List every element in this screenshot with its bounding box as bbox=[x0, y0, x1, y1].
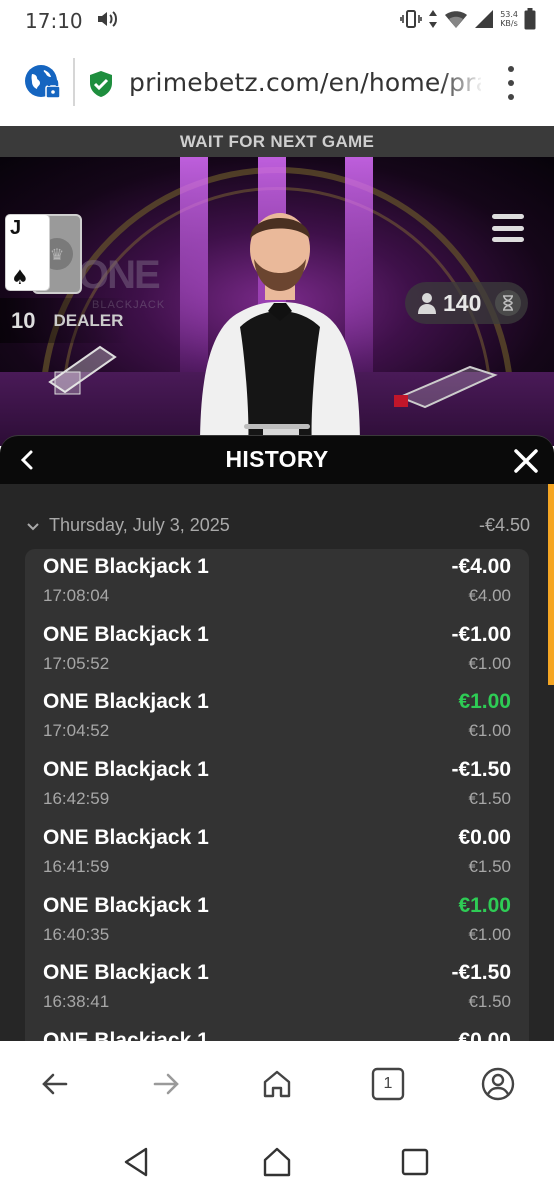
browser-menu-icon[interactable] bbox=[498, 66, 524, 100]
history-row[interactable]: ONE Blackjack 1 16:40:35 €1.00 €1.00 bbox=[25, 888, 529, 956]
round-stake: €1.00 bbox=[468, 924, 511, 944]
system-nav-bar bbox=[0, 1127, 554, 1200]
home-icon[interactable] bbox=[258, 1065, 296, 1103]
url-text[interactable]: primebetz.com/en/home/prag bbox=[129, 68, 481, 97]
round-time: 16:42:59 bbox=[43, 789, 110, 809]
date-group-header[interactable]: Thursday, July 3, 2025 -€4.50 bbox=[26, 515, 530, 539]
game-name: ONE Blackjack 1 bbox=[43, 961, 209, 985]
history-title: HISTORY bbox=[225, 446, 329, 472]
dealer-score-panel: 10 DEALER bbox=[0, 298, 130, 343]
close-icon[interactable] bbox=[512, 447, 540, 475]
round-stake: €1.00 bbox=[468, 721, 511, 741]
round-time: 16:41:59 bbox=[43, 856, 110, 876]
game-name: ONE Blackjack 1 bbox=[43, 555, 209, 578]
hourglass-icon bbox=[495, 290, 522, 316]
status-bar: 17:10 53.4 KB/s bbox=[0, 0, 554, 40]
game-name: ONE Blackjack 1 bbox=[43, 1028, 209, 1041]
status-time: 17:10 bbox=[25, 9, 83, 33]
round-time: 17:04:52 bbox=[43, 721, 110, 741]
dealer-label: DEALER bbox=[53, 310, 124, 330]
round-result: -€1.50 bbox=[451, 758, 511, 782]
cellular-signal-icon bbox=[475, 10, 494, 28]
round-stake: €1.00 bbox=[468, 653, 511, 673]
status-icons: 53.4 KB/s bbox=[400, 6, 536, 32]
tabs-button[interactable]: 1 bbox=[369, 1065, 407, 1103]
round-result: €0.00 bbox=[458, 825, 511, 849]
game-menu-icon[interactable] bbox=[492, 214, 524, 242]
speaker-icon bbox=[98, 11, 117, 27]
game-name: ONE Blackjack 1 bbox=[43, 893, 209, 917]
dealer-card-rank: J bbox=[10, 217, 22, 239]
account-icon[interactable] bbox=[479, 1065, 517, 1103]
dealer-video bbox=[200, 213, 360, 446]
history-row[interactable]: ONE Blackjack 1 16:42:59 -€1.50 €1.50 bbox=[25, 752, 529, 820]
network-speed: 53.4 KB/s bbox=[500, 10, 518, 28]
back-chevron-icon[interactable] bbox=[14, 446, 42, 474]
tab-count: 1 bbox=[383, 1075, 393, 1092]
history-row[interactable]: ONE Blackjack 1 €0.00 bbox=[25, 1023, 529, 1041]
browser-url-bar: primebetz.com/en/home/prag bbox=[0, 40, 554, 126]
date-label: Thursday, July 3, 2025 bbox=[49, 515, 230, 535]
round-result: €1.00 bbox=[458, 893, 511, 917]
scrollbar-thumb[interactable] bbox=[548, 484, 554, 685]
history-header: HISTORY bbox=[0, 436, 554, 484]
round-stake: €1.50 bbox=[468, 992, 511, 1012]
history-row[interactable]: ONE Blackjack 1 16:41:59 €0.00 €1.50 bbox=[25, 820, 529, 888]
game-name: ONE Blackjack 1 bbox=[43, 622, 209, 646]
dealer-card-suit: ♠ bbox=[11, 265, 29, 289]
players-count-pill: 140 bbox=[405, 282, 528, 324]
back-arrow-icon[interactable] bbox=[36, 1065, 74, 1103]
history-row[interactable]: ONE Blackjack 1 17:04:52 €1.00 €1.00 bbox=[25, 684, 529, 752]
round-result: -€4.00 bbox=[451, 555, 511, 578]
game-name: ONE Blackjack 1 bbox=[43, 825, 209, 849]
round-result: €0.00 bbox=[458, 1028, 511, 1041]
site-info-globe-icon[interactable] bbox=[24, 64, 62, 102]
url-fade bbox=[440, 64, 484, 100]
game-logo: ONE bbox=[78, 253, 161, 297]
game-name: ONE Blackjack 1 bbox=[43, 758, 209, 782]
players-count: 140 bbox=[443, 289, 482, 316]
history-row[interactable]: ONE Blackjack 1 17:08:04 -€4.00 €4.00 bbox=[25, 549, 529, 617]
round-time: 17:05:52 bbox=[43, 653, 110, 673]
user-icon bbox=[418, 293, 436, 314]
round-time: 17:08:04 bbox=[43, 586, 110, 605]
discard-tray bbox=[394, 365, 498, 409]
date-total: -€4.50 bbox=[478, 515, 530, 535]
game-name: ONE Blackjack 1 bbox=[43, 690, 209, 714]
panel-drag-handle[interactable] bbox=[244, 424, 310, 429]
browser-bottom-nav: 1 bbox=[0, 1041, 554, 1127]
round-stake: €1.50 bbox=[468, 856, 511, 876]
history-row[interactable]: ONE Blackjack 1 16:38:41 -€1.50 €1.50 bbox=[25, 955, 529, 1023]
battery-icon bbox=[524, 8, 536, 30]
forward-arrow-icon[interactable] bbox=[147, 1065, 185, 1103]
round-result: €1.00 bbox=[458, 690, 511, 714]
history-row[interactable]: ONE Blackjack 1 17:05:52 -€1.00 €1.00 bbox=[25, 617, 529, 685]
data-transfer-icon bbox=[429, 10, 438, 28]
game-status-banner: WAIT FOR NEXT GAME bbox=[0, 126, 554, 157]
dealer-card: J ♠ bbox=[5, 214, 50, 291]
dealer-score: 10 bbox=[11, 307, 36, 333]
round-stake: €1.50 bbox=[468, 789, 511, 809]
live-game-view: WAIT FOR NEXT GAME ONE BLACKJACK bbox=[0, 126, 554, 446]
round-result: -€1.00 bbox=[451, 622, 511, 646]
system-recents-icon[interactable] bbox=[398, 1145, 432, 1179]
system-back-icon[interactable] bbox=[120, 1145, 154, 1179]
system-home-icon[interactable] bbox=[260, 1145, 294, 1179]
round-result: -€1.50 bbox=[451, 961, 511, 985]
verified-shield-icon[interactable] bbox=[88, 70, 114, 98]
url-divider bbox=[73, 58, 75, 106]
vibrate-icon bbox=[400, 10, 422, 28]
round-time: 16:40:35 bbox=[43, 924, 110, 944]
round-time: 16:38:41 bbox=[43, 992, 110, 1012]
history-list: ONE Blackjack 1 17:08:04 -€4.00 €4.00 ONE Bl… bbox=[25, 549, 529, 1041]
chevron-down-icon bbox=[27, 523, 39, 531]
wifi-icon bbox=[445, 11, 468, 28]
card-shoe bbox=[48, 345, 117, 395]
history-panel: HISTORY Thursday, July 3, 2025 -€4.50 ON… bbox=[0, 435, 554, 1041]
round-stake: €4.00 bbox=[468, 586, 511, 605]
